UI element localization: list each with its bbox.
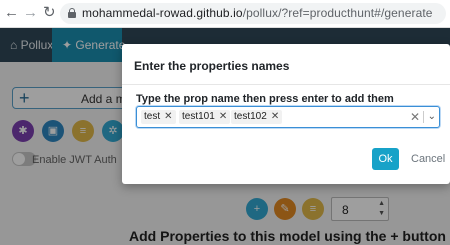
cancel-button[interactable]: Cancel [411, 148, 445, 170]
remove-tag-icon[interactable]: ✕ [219, 111, 227, 122]
remove-tag-icon[interactable]: ✕ [164, 111, 172, 122]
ok-button[interactable]: Ok [372, 148, 399, 170]
prop-tag: test ✕ [141, 110, 176, 124]
reload-icon[interactable]: ↻ [43, 5, 56, 21]
modal-title: Enter the properties names [134, 59, 290, 73]
prop-name-label: Type the prop name then press enter to a… [136, 93, 394, 105]
url-host: mohammedal-rowad.github.io [82, 6, 243, 20]
prop-tag-label: test102 [234, 111, 267, 122]
browser-toolbar: ← → ↻ mohammedal-rowad.github.io/pollux/… [0, 0, 450, 28]
prop-tag: test101 ✕ [179, 110, 231, 124]
modal-divider [122, 84, 450, 85]
properties-modal: Enter the properties names Type the prop… [122, 44, 450, 184]
forward-arrow-icon[interactable]: → [23, 5, 38, 21]
prop-names-select[interactable]: test ✕ test101 ✕ test102 ✕ ✕ ⌄ [136, 106, 440, 128]
address-bar[interactable]: mohammedal-rowad.github.io/pollux/?ref=p… [60, 3, 446, 24]
clear-all-icon[interactable]: ✕ [410, 110, 420, 124]
prop-tag: test102 ✕ [231, 110, 283, 124]
select-divider [423, 111, 424, 123]
url-path: /pollux/?ref=producthunt#/generate [242, 6, 433, 20]
remove-tag-icon[interactable]: ✕ [271, 111, 279, 122]
prop-tag-label: test101 [182, 111, 215, 122]
url-text[interactable]: mohammedal-rowad.github.io/pollux/?ref=p… [82, 6, 433, 20]
back-arrow-icon[interactable]: ← [4, 5, 19, 21]
chevron-down-icon[interactable]: ⌄ [428, 109, 436, 125]
prop-tag-label: test [144, 111, 161, 122]
lock-icon[interactable] [68, 8, 76, 18]
